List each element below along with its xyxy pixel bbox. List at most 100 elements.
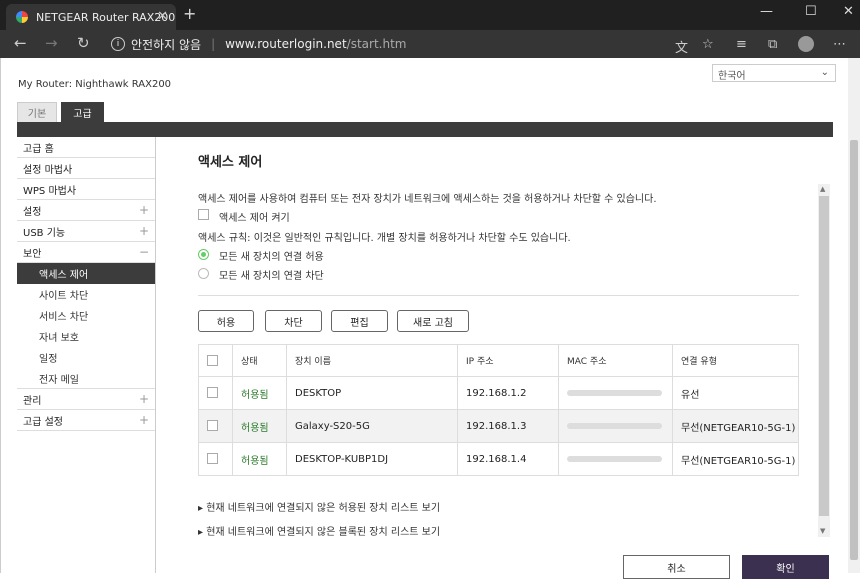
sidebar-subitem-block-services[interactable]: 서비스 차단 <box>17 305 155 326</box>
expand-plus-icon: + <box>138 224 149 238</box>
sidebar-subitem-parental-controls[interactable]: 자녀 보호 <box>17 326 155 347</box>
mac-redacted <box>567 423 662 429</box>
row-status: 허용됨 <box>232 376 287 410</box>
tab-close-icon[interactable]: ✕ <box>157 9 168 24</box>
sidebar-subitem-schedule[interactable]: 일정 <box>17 347 155 368</box>
router-label: My Router: Nighthawk RAX200 <box>18 79 172 90</box>
url-host: www.routerlogin.net <box>225 37 347 51</box>
netgear-favicon-icon <box>16 11 28 23</box>
browser-tab[interactable]: NETGEAR Router RAX200 ✕ <box>6 4 176 30</box>
row-checkbox[interactable] <box>207 453 218 465</box>
language-select[interactable]: 한국어 ⌄ <box>712 64 836 82</box>
row-connection-type: 무선(NETGEAR10-5G-1) <box>672 442 799 476</box>
row-ip: 192.168.1.2 <box>457 376 559 410</box>
allow-all-label: 모든 새 장치의 연결 허용 <box>219 252 324 263</box>
block-all-radio[interactable] <box>198 268 209 279</box>
row-select-cell <box>198 409 233 443</box>
page-title: 액세스 제어 <box>198 155 263 170</box>
block-button[interactable]: 차단 <box>265 310 322 332</box>
sidebar-item-setup[interactable]: 설정 + <box>17 200 155 221</box>
refresh-button[interactable]: 새로 고침 <box>397 310 469 332</box>
back-icon[interactable]: ← <box>14 34 27 52</box>
forward-icon[interactable]: → <box>45 34 58 52</box>
page-scrollbar[interactable] <box>848 58 860 573</box>
header-connection-type: 연결 유형 <box>672 344 799 377</box>
new-tab-icon[interactable]: + <box>183 4 196 23</box>
row-device-name: DESKTOP-KUBP1DJ <box>286 442 458 476</box>
maximize-icon[interactable]: ☐ <box>805 4 817 19</box>
sidebar-item-setup-wizard[interactable]: 설정 마법사 <box>17 158 155 179</box>
row-device-name: Galaxy-S20-5G <box>286 409 458 443</box>
sidebar-item-label: 고급 홈 <box>23 143 54 155</box>
device-table: 상태 장치 이름 IP 주소 MAC 주소 연결 유형 허용됨 DESKTOP … <box>198 344 799 476</box>
sidebar-item-label: 관리 <box>23 395 42 407</box>
row-ip: 192.168.1.3 <box>457 409 559 443</box>
main-content: 액세스 제어 액세스 제어를 사용하여 컴퓨터 또는 전자 장치가 네트워크에 … <box>177 137 819 573</box>
language-value: 한국어 <box>718 71 746 82</box>
select-all-checkbox[interactable] <box>207 355 218 366</box>
tab-advanced[interactable]: 고급 <box>61 102 104 122</box>
table-row[interactable]: 허용됨 Galaxy-S20-5G 192.168.1.3 무선(NETGEAR… <box>198 409 799 443</box>
tab-basic[interactable]: 기본 <box>17 102 57 122</box>
translate-icon[interactable]: 文 <box>675 37 688 56</box>
more-menu-icon[interactable]: ⋯ <box>833 37 846 52</box>
reload-icon[interactable]: ↻ <box>77 34 90 52</box>
table-row[interactable]: 허용됨 DESKTOP 192.168.1.2 유선 <box>198 376 799 410</box>
sidebar-item-label: USB 기능 <box>23 227 66 239</box>
apply-button[interactable]: 확인 <box>742 555 829 579</box>
scroll-down-icon[interactable]: ▼ <box>820 527 825 535</box>
row-checkbox[interactable] <box>207 387 218 399</box>
scroll-up-icon[interactable]: ▲ <box>820 185 825 193</box>
header-mac: MAC 주소 <box>558 344 673 377</box>
favorite-star-icon[interactable]: ☆ <box>702 37 714 52</box>
sidebar-subitem-access-control[interactable]: 액세스 제어 <box>17 263 155 284</box>
enable-access-control-label: 액세스 제어 켜기 <box>219 213 290 224</box>
description-text: 액세스 제어를 사용하여 컴퓨터 또는 전자 장치가 네트워크에 액세스하는 것… <box>198 194 657 205</box>
info-icon[interactable]: i <box>111 37 125 51</box>
header-ip: IP 주소 <box>457 344 559 377</box>
table-header-row: 상태 장치 이름 IP 주소 MAC 주소 연결 유형 <box>198 344 799 377</box>
row-mac-cell <box>558 409 673 443</box>
expand-plus-icon: + <box>138 392 149 406</box>
sidebar-item-advanced-setup[interactable]: 고급 설정 + <box>17 410 155 431</box>
mac-redacted <box>567 390 662 396</box>
browser-titlebar: NETGEAR Router RAX200 ✕ + — ☐ ✕ <box>0 0 860 30</box>
expand-plus-icon: + <box>138 203 149 217</box>
content-scrollbar[interactable]: ▲ ▼ <box>818 184 830 537</box>
divider <box>198 295 799 296</box>
access-rule-text: 액세스 규칙: 이것은 일반적인 규칙입니다. 개별 장치를 허용하거나 차단할… <box>198 233 571 244</box>
profile-avatar[interactable] <box>798 36 814 52</box>
sidebar-item-advanced-home[interactable]: 고급 홈 <box>17 137 155 158</box>
sidebar: 고급 홈 설정 마법사 WPS 마법사 설정 + USB 기능 + 보안 − 액세스 … <box>17 137 156 573</box>
address-field[interactable]: i 안전하지 않음 | www.routerlogin.net/start.ht… <box>103 32 663 56</box>
row-checkbox[interactable] <box>207 420 218 432</box>
sidebar-item-wps-wizard[interactable]: WPS 마법사 <box>17 179 155 200</box>
row-status: 허용됨 <box>232 409 287 443</box>
sidebar-subitem-email[interactable]: 전자 메일 <box>17 368 155 389</box>
header-device-name: 장치 이름 <box>286 344 458 377</box>
page-scroll-thumb[interactable] <box>850 140 858 560</box>
sidebar-item-label: 고급 설정 <box>23 416 63 428</box>
edit-button[interactable]: 편집 <box>331 310 388 332</box>
allow-all-radio[interactable] <box>198 249 209 260</box>
window-close-icon[interactable]: ✕ <box>843 4 854 19</box>
favorites-list-icon[interactable]: ≡ <box>736 37 747 52</box>
content-scroll-thumb[interactable] <box>819 196 829 516</box>
row-mac-cell <box>558 376 673 410</box>
sidebar-item-label: 보안 <box>23 248 42 260</box>
enable-access-control-checkbox[interactable] <box>198 209 209 220</box>
collections-icon[interactable]: ⧉ <box>768 37 777 52</box>
router-page: My Router: Nighthawk RAX200 한국어 ⌄ 기본 고급 … <box>0 58 860 573</box>
sidebar-item-label: 설정 마법사 <box>23 164 73 176</box>
blocked-offline-devices-link[interactable]: ▸ 현재 네트워크에 연결되지 않은 블록된 장치 리스트 보기 <box>198 523 440 538</box>
allowed-offline-devices-link[interactable]: ▸ 현재 네트워크에 연결되지 않은 허용된 장치 리스트 보기 <box>198 499 440 514</box>
sidebar-item-usb[interactable]: USB 기능 + <box>17 221 155 242</box>
table-row[interactable]: 허용됨 DESKTOP-KUBP1DJ 192.168.1.4 무선(NETGE… <box>198 442 799 476</box>
sidebar-item-administration[interactable]: 관리 + <box>17 389 155 410</box>
cancel-button[interactable]: 취소 <box>623 555 730 579</box>
minimize-icon[interactable]: — <box>760 4 773 19</box>
select-all-cell <box>198 344 233 377</box>
sidebar-item-security[interactable]: 보안 − <box>17 242 155 263</box>
allow-button[interactable]: 허용 <box>198 310 254 332</box>
sidebar-subitem-block-sites[interactable]: 사이트 차단 <box>17 284 155 305</box>
